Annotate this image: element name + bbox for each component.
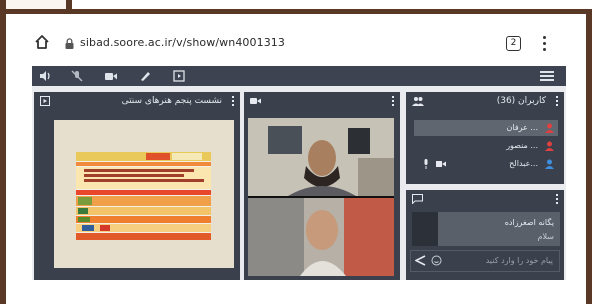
lock-icon <box>65 38 74 49</box>
home-icon[interactable] <box>34 34 50 50</box>
chat-message-text: سلام <box>537 232 554 241</box>
pen-icon[interactable] <box>138 69 152 83</box>
presentation-panel: نشست پنجم هنرهای سنتی <box>34 92 240 280</box>
slide-area <box>54 120 234 268</box>
presentation-title: نشست پنجم هنرهای سنتی <box>121 96 222 106</box>
mic-off-icon[interactable] <box>70 69 84 83</box>
user-row[interactable]: عبدالح... <box>414 156 558 172</box>
browser-menu-icon[interactable] <box>543 36 547 52</box>
video-panel <box>244 92 400 280</box>
presentation-icon[interactable] <box>40 96 50 106</box>
chat-panel: یگانه اصغرزاده سلام پیام خود را وارد کنی… <box>406 190 564 280</box>
chat-message: یگانه اصغرزاده سلام <box>412 212 560 246</box>
frame-tab <box>0 0 72 14</box>
chat-header <box>406 190 564 208</box>
url-text[interactable]: sibad.soore.ac.ir/v/show/wn4001313 <box>80 36 285 49</box>
users-menu-icon[interactable] <box>556 96 558 106</box>
user-name: منصور ... <box>506 141 538 150</box>
speaker-icon[interactable] <box>38 69 52 83</box>
user-name: عبدالح... <box>509 159 538 168</box>
user-name: عرفان ... <box>506 123 539 132</box>
users-icon <box>412 97 424 106</box>
tab-count-button[interactable]: 2 <box>506 36 521 51</box>
camera-icon[interactable] <box>104 69 118 83</box>
video-camera-icon[interactable] <box>250 96 262 106</box>
user-viewer-icon <box>545 159 554 169</box>
emoji-icon[interactable] <box>431 255 442 266</box>
chat-placeholder: پیام خود را وارد کنید <box>485 256 553 265</box>
user-presenter-icon <box>545 123 554 133</box>
frame-tab-inner <box>6 0 66 9</box>
camera-icon <box>436 161 446 167</box>
top-frame <box>0 0 592 14</box>
chat-menu-icon[interactable] <box>556 194 558 204</box>
video-feeds <box>248 118 394 276</box>
presentation-menu-icon[interactable] <box>232 96 234 106</box>
user-row[interactable]: منصور ... <box>414 138 558 154</box>
send-icon[interactable] <box>415 255 426 266</box>
chat-input[interactable]: پیام خود را وارد کنید <box>410 250 560 272</box>
frame-right <box>586 14 592 304</box>
video-header <box>244 92 400 110</box>
chat-avatar <box>412 212 438 246</box>
screen-share-icon[interactable] <box>172 69 186 83</box>
slide-poster-image <box>76 152 211 240</box>
user-presenter-icon <box>545 141 554 151</box>
user-row[interactable]: عرفان ... <box>414 120 558 136</box>
hamburger-icon[interactable] <box>540 71 554 81</box>
meeting-stage: نشست پنجم هنرهای سنتی کاربران (36) عرفان… <box>32 86 566 280</box>
chat-icon <box>412 194 423 204</box>
users-title: کاربران (36) <box>496 96 546 106</box>
meeting-toolbar <box>32 66 566 86</box>
users-header: کاربران (36) <box>406 92 564 110</box>
users-panel: کاربران (36) عرفان ... منصور ... عبدالح.… <box>406 92 564 184</box>
participant-video-image <box>248 118 394 276</box>
chat-sender: یگانه اصغرزاده <box>504 218 554 227</box>
video-menu-icon[interactable] <box>392 96 394 106</box>
mic-icon <box>424 159 428 169</box>
presentation-header: نشست پنجم هنرهای سنتی <box>34 92 240 110</box>
